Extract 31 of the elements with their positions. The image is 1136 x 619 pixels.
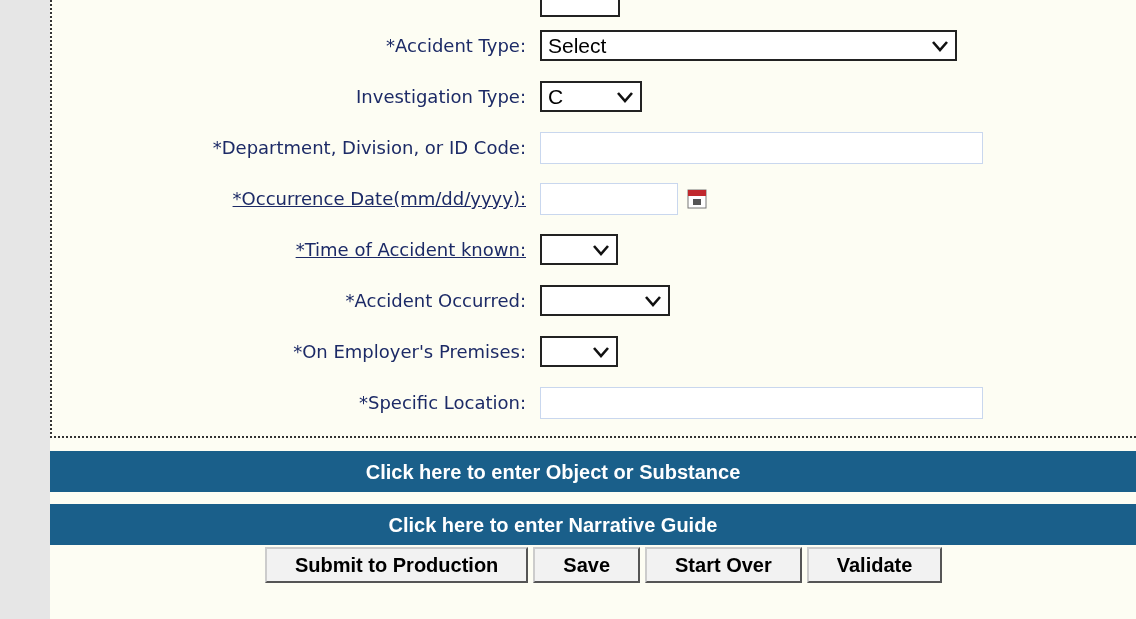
form-button[interactable]: Start Over [645, 547, 802, 583]
form-button[interactable]: Submit to Production [265, 547, 529, 583]
form-button[interactable]: Save [533, 547, 641, 583]
field-label: *Department, Division, or ID Code: [212, 136, 526, 160]
chevron-down-icon [644, 294, 662, 307]
select-field[interactable] [540, 234, 618, 265]
section-bar[interactable]: Click here to enter Narrative Guide [50, 504, 1136, 545]
field-label: Investigation Type: [356, 85, 526, 109]
chevron-down-icon [616, 90, 634, 103]
select-value: C [548, 83, 564, 110]
field-label[interactable]: *Occurrence Date(mm/dd/yyyy): [232, 185, 526, 212]
select-field[interactable] [540, 0, 620, 17]
date-field[interactable] [540, 182, 678, 215]
field-label: *Specific Location: [359, 391, 526, 415]
select-field[interactable] [540, 336, 618, 367]
chevron-down-icon [592, 243, 610, 256]
chevron-down-icon [931, 39, 949, 52]
select-field[interactable]: C [540, 81, 642, 112]
form-button[interactable]: Validate [806, 547, 943, 583]
input-field[interactable] [540, 131, 983, 164]
select-field[interactable]: Select [540, 30, 957, 61]
field-label: *On Employer's Premises: [293, 340, 526, 364]
select-value: Select [548, 32, 607, 59]
chevron-down-icon [592, 345, 610, 358]
input-field[interactable] [540, 386, 983, 419]
field-label: *Accident Occurred: [345, 289, 526, 313]
field-label[interactable]: *Time of Accident known: [295, 236, 526, 263]
select-field[interactable] [540, 285, 670, 316]
field-label: *Accident Type: [386, 34, 526, 58]
calendar-icon[interactable] [686, 187, 708, 210]
section-bar[interactable]: Click here to enter Object or Substance [50, 451, 1136, 492]
